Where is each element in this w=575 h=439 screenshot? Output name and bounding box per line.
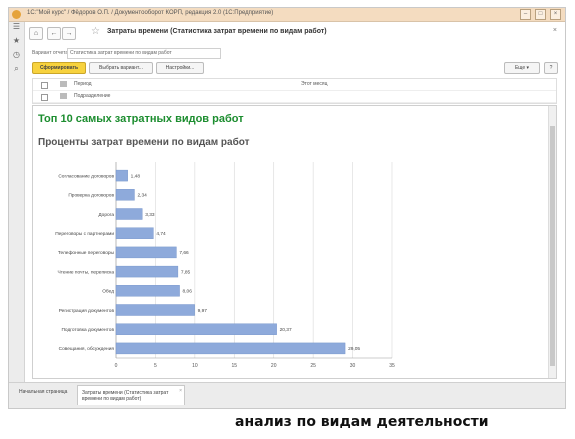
x-tick-label: 35 xyxy=(389,363,395,369)
form-close-icon[interactable]: × xyxy=(553,27,557,34)
setting-row-department: Подразделение xyxy=(33,91,556,103)
period-checkbox[interactable] xyxy=(41,82,48,89)
app-window: 1С:"Мой курс" / Фёдоров О.П. / Документо… xyxy=(8,7,566,409)
quick-settings: Период Этот месяц Подразделение xyxy=(32,78,557,104)
x-tick-label: 25 xyxy=(310,363,316,369)
report-document: Топ 10 самых затратных видов работ Проце… xyxy=(32,105,557,379)
bar xyxy=(115,323,277,335)
home-icon[interactable]: ⌂ xyxy=(29,27,43,40)
tab-close-icon[interactable]: × xyxy=(179,388,182,394)
category-label: Регистрация документов xyxy=(59,308,115,314)
bar xyxy=(115,208,143,220)
report-toolbar: Сформировать Выбрать вариант... Настройк… xyxy=(32,62,558,74)
x-tick-label: 15 xyxy=(232,363,238,369)
x-tick-label: 5 xyxy=(154,363,157,369)
help-button[interactable]: ? xyxy=(544,62,558,74)
bar xyxy=(115,265,179,278)
form-area: ⌂ ← → ☆ Затраты времени (Статистика затр… xyxy=(25,22,565,382)
category-label: Проверка договоров xyxy=(68,193,114,199)
category-label: Согласование договоров xyxy=(58,173,114,179)
department-checkbox[interactable] xyxy=(41,94,48,101)
category-label: Чтение почты, переписка xyxy=(58,269,115,275)
form-nav-row: ⌂ ← → ☆ Затраты времени (Статистика затр… xyxy=(29,26,561,40)
more-label: Еще xyxy=(514,65,526,71)
minimize-icon[interactable]: – xyxy=(520,9,531,20)
favorites-icon[interactable]: ★ xyxy=(9,36,24,50)
title-bar: 1С:"Мой курс" / Фёдоров О.П. / Документо… xyxy=(9,8,565,22)
scrollbar-thumb[interactable] xyxy=(550,126,555,366)
x-tick-label: 30 xyxy=(350,363,356,369)
back-icon[interactable]: ← xyxy=(47,27,61,40)
setting-row-period: Период Этот месяц xyxy=(33,79,556,91)
data-label: 1,48 xyxy=(131,173,141,179)
generate-button[interactable]: Сформировать xyxy=(32,62,86,74)
bar xyxy=(115,189,135,201)
data-label: 9,97 xyxy=(198,308,208,314)
favorite-star-icon[interactable]: ☆ xyxy=(91,26,100,37)
category-label: Дорога xyxy=(98,212,114,218)
tab-home-page[interactable]: Начальная страница xyxy=(15,385,75,405)
data-label: 3,33 xyxy=(145,212,155,218)
maximize-icon[interactable]: □ xyxy=(535,9,546,20)
x-tick-label: 0 xyxy=(115,363,118,369)
app-logo-icon xyxy=(12,10,21,19)
x-tick-label: 10 xyxy=(192,363,198,369)
category-label: Обед xyxy=(102,289,114,295)
bar xyxy=(115,285,180,297)
data-label: 2,34 xyxy=(137,193,147,199)
bar xyxy=(115,304,195,316)
search-icon[interactable]: ⌕ xyxy=(9,64,24,78)
data-label: 4,74 xyxy=(156,231,166,237)
tab-time-costs[interactable]: Затраты времени (Статистика затрат време… xyxy=(77,385,185,405)
setting-value[interactable]: Этот месяц xyxy=(301,81,327,87)
vertical-scrollbar[interactable] xyxy=(548,106,556,378)
category-label: Совещания, обсуждения xyxy=(59,346,115,352)
data-label: 20,37 xyxy=(280,327,292,333)
more-button[interactable]: Еще ▾ xyxy=(504,62,540,74)
bar xyxy=(115,227,154,239)
data-label: 29,05 xyxy=(348,346,360,352)
window-controls: – □ × xyxy=(520,9,561,20)
bar xyxy=(115,169,128,182)
image-caption: анализ по видам деятельности xyxy=(235,414,489,430)
calendar-icon xyxy=(60,81,67,87)
setting-name: Подразделение xyxy=(74,93,111,99)
settings-button[interactable]: Настройки... xyxy=(156,62,204,74)
x-tick-label: 20 xyxy=(271,363,277,369)
variant-field[interactable]: Статистика затрат времени по видам работ xyxy=(67,48,221,59)
category-label: Подготовка документов xyxy=(61,327,114,333)
close-icon[interactable]: × xyxy=(550,9,561,20)
forward-icon[interactable]: → xyxy=(62,27,76,40)
setting-name: Период xyxy=(74,81,92,87)
category-label: Переговоры с партнерами xyxy=(55,231,114,237)
bar-chart: 0 5 10 15 20 25 30 35 Согласование договоров 1,48… xyxy=(55,162,395,369)
form-title: Затраты времени (Статистика затрат време… xyxy=(107,28,327,35)
window-title: 1С:"Мой курс" / Фёдоров О.П. / Документо… xyxy=(27,10,274,16)
data-label: 8,06 xyxy=(183,289,193,295)
data-label: 7,85 xyxy=(181,269,191,275)
menu-icon[interactable]: ☰ xyxy=(9,22,24,36)
choose-variant-button[interactable]: Выбрать вариант... xyxy=(89,62,153,74)
bar xyxy=(115,246,177,259)
history-icon[interactable]: ◷ xyxy=(9,50,24,64)
category-label: Телефонные переговоры xyxy=(58,250,115,256)
department-icon xyxy=(60,93,67,99)
tab-label: Затраты времени (Статистика затрат време… xyxy=(82,390,169,402)
variant-label: Вариант отчета: xyxy=(32,50,70,56)
section-panel: ☰ ★ ◷ ⌕ xyxy=(9,22,25,382)
data-label: 7,66 xyxy=(179,250,189,256)
bar xyxy=(115,342,346,355)
open-windows-bar: Начальная страница Затраты времени (Стат… xyxy=(9,382,565,408)
